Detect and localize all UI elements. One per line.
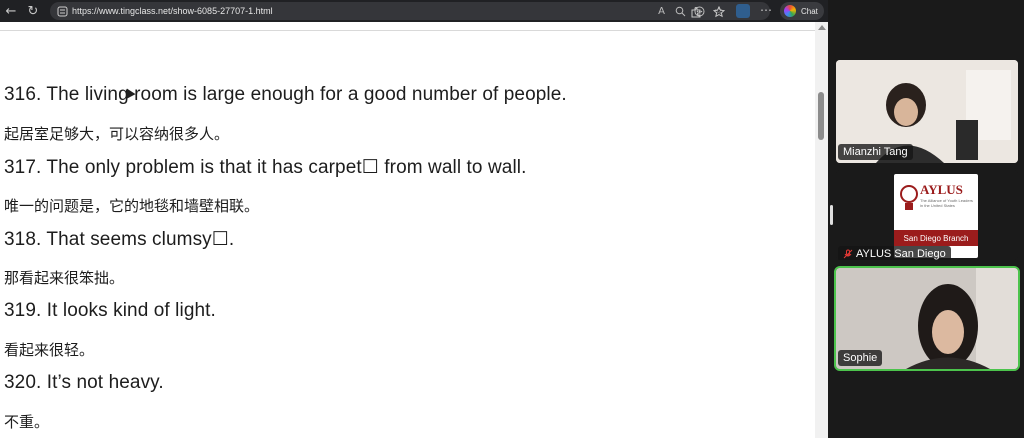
url-text[interactable]: https://www.tingclass.net/show-6085-2770… — [72, 6, 273, 16]
refresh-icon[interactable]: ↻ — [22, 0, 44, 22]
participant-name: AYLUS San Diego — [838, 246, 951, 260]
english-sentence: 318. That seems clumsy☐. — [4, 229, 235, 250]
arrow-left-icon[interactable]: ← — [0, 0, 22, 22]
aylus-branch: San Diego Branch — [894, 230, 978, 246]
browser-toolbar: ← ↻ https://www.tingclass.net/show-6085-… — [0, 0, 828, 22]
english-sentence: 319. It looks kind of light. — [4, 300, 216, 321]
puzzle-icon[interactable] — [690, 5, 702, 18]
participant-name: Mianzhi Tang — [838, 144, 913, 160]
aylus-tagline: The Alliance of Youth Leaders in the Uni… — [920, 198, 973, 208]
chinese-translation: 起居室足够大，可以容纳很多人。 — [4, 125, 230, 143]
address-bar[interactable]: https://www.tingclass.net/show-6085-2770… — [50, 2, 770, 20]
translate-icon[interactable]: A — [656, 6, 667, 17]
chinese-translation: 唯一的问题是，它的地毯和墙壁相联。 — [4, 197, 260, 215]
divider — [0, 30, 815, 31]
lightbulb-icon — [900, 185, 918, 210]
copilot-logo-icon — [784, 5, 796, 17]
chinese-translation: 看起来很轻。 — [4, 341, 95, 359]
panel-resize-handle[interactable] — [830, 205, 833, 225]
chinese-translation: 那看起来很笨拙。 — [4, 269, 125, 287]
mic-muted-icon — [843, 249, 853, 259]
participant-tile-sophie[interactable]: Sophie — [834, 266, 1020, 371]
chat-label: Chat — [801, 6, 818, 16]
profile-icon[interactable] — [736, 4, 750, 18]
zoom-icon[interactable] — [675, 6, 686, 17]
participant-tile-aylus-san-diego[interactable]: AYLUS The Alliance of Youth Leaders in t… — [836, 170, 1018, 260]
page-scrollbar[interactable] — [815, 22, 828, 438]
chinese-translation: 不重。 — [4, 413, 50, 431]
participant-name: Sophie — [838, 350, 883, 366]
page-content: 316. The living room is large enough for… — [0, 22, 815, 438]
english-sentence: 320. It’s not heavy. — [4, 372, 164, 393]
scroll-up-arrow-icon[interactable] — [818, 25, 826, 30]
english-sentence: 316. The living room is large enough for… — [4, 84, 567, 105]
copilot-chat-button[interactable]: Chat — [780, 2, 824, 20]
english-sentence: 317. The only problem is that it has car… — [4, 157, 527, 178]
collections-icon[interactable] — [712, 5, 726, 18]
more-icon[interactable]: ⋯ — [760, 3, 772, 17]
video-call-panel: Mianzhi Tang AYLUS The Alliance of Youth… — [828, 0, 1024, 438]
scroll-thumb[interactable] — [818, 92, 824, 140]
aylus-org-name: AYLUS — [920, 182, 963, 197]
participant-tile-mianzhi-tang[interactable]: Mianzhi Tang — [836, 60, 1018, 163]
site-info-icon[interactable] — [56, 5, 68, 17]
browser-window: ← ↻ https://www.tingclass.net/show-6085-… — [0, 0, 828, 438]
